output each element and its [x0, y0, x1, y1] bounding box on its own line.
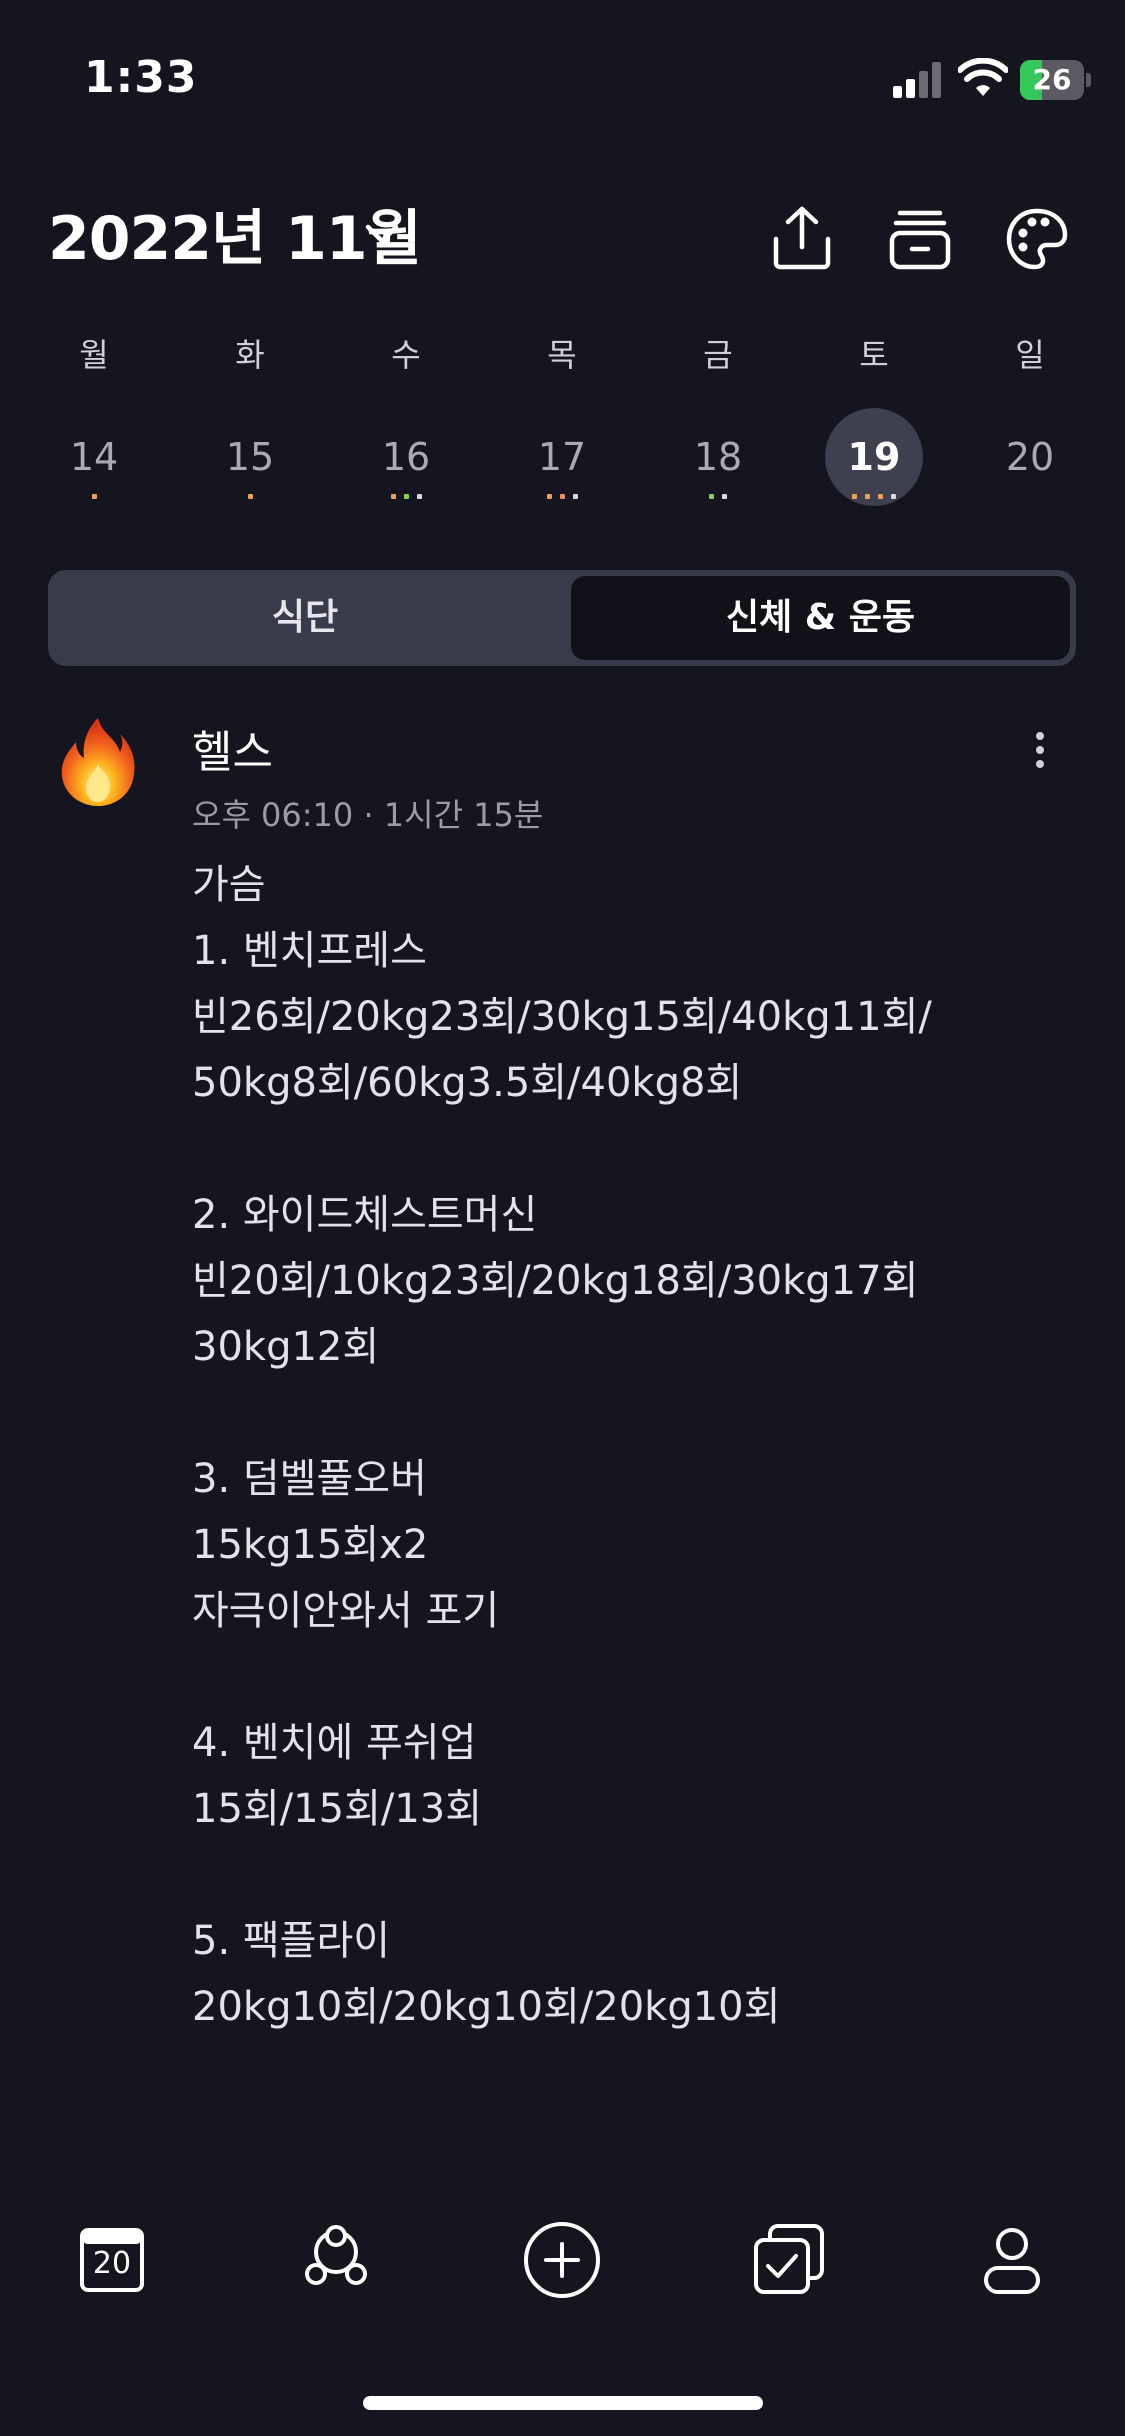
entry-dot [91, 494, 97, 499]
weekday-label: 금 [703, 336, 733, 374]
battery-icon: 26 [1020, 60, 1092, 100]
weekday-label: 일 [1015, 336, 1045, 374]
more-options-icon[interactable] [1030, 728, 1050, 772]
weekday-label: 토 [859, 336, 889, 374]
share-icon[interactable] [770, 203, 834, 273]
fire-icon [61, 718, 135, 806]
day-17[interactable]: 17 [513, 408, 611, 506]
day-14[interactable]: 14 [45, 408, 143, 506]
entry-dot [403, 494, 409, 499]
add-icon[interactable] [522, 2220, 602, 2300]
tab-calendar[interactable]: 20 [72, 2220, 152, 2300]
weekday-label: 목 [547, 336, 577, 374]
entry-notes: 가슴 1. 벤치프레스 빈26회/20kg23회/30kg15회/40kg11회… [192, 862, 932, 2030]
day-19-selected[interactable]: 19 [825, 408, 923, 506]
day-indicator-dots [356, 494, 456, 499]
entry-dot [865, 494, 870, 499]
entry-meta: 오후 06:10 · 1시간 15분 [192, 796, 544, 834]
chevron-down-icon[interactable] [360, 212, 404, 256]
entry-dot [416, 494, 422, 499]
day-18[interactable]: 18 [669, 408, 767, 506]
calendar-day-number: 20 [92, 2246, 132, 2281]
cellular-signal-icon [893, 62, 941, 98]
home-indicator[interactable] [363, 2396, 763, 2410]
archive-icon[interactable] [888, 203, 952, 273]
day-indicator-dots [824, 494, 924, 499]
entry-dot [722, 494, 727, 499]
entry-dot [546, 494, 552, 499]
tab-diet[interactable]: 식단 [48, 570, 562, 666]
entry-dot [852, 494, 857, 499]
weekday-label: 수 [391, 336, 421, 374]
entry-dot [572, 494, 578, 499]
day-20[interactable]: 20 [981, 408, 1079, 506]
profile-icon[interactable] [972, 2220, 1052, 2300]
weekday-label: 월 [79, 336, 109, 374]
battery-level: 26 [1032, 63, 1072, 96]
entry-dot [709, 494, 714, 499]
entry-dot [891, 494, 896, 499]
day-15[interactable]: 15 [201, 408, 299, 506]
day-16[interactable]: 16 [357, 408, 455, 506]
weekday-label: 화 [235, 336, 265, 374]
day-indicator-dots [44, 494, 144, 499]
entry-title[interactable]: 헬스 [192, 716, 273, 780]
day-indicator-dots [668, 494, 768, 499]
day-indicator-dots [200, 494, 300, 499]
wifi-icon [958, 58, 1008, 96]
tab-body-exercise[interactable]: 신체 & 운동 [571, 576, 1070, 660]
status-time: 1:33 [84, 52, 198, 103]
entry-dot [878, 494, 883, 499]
palette-icon[interactable] [1005, 203, 1069, 273]
checklist-icon[interactable] [748, 2220, 828, 2300]
entry-dot [559, 494, 565, 499]
community-icon[interactable] [296, 2220, 376, 2300]
entry-dot [247, 494, 253, 499]
day-indicator-dots [512, 494, 612, 499]
entry-dot [390, 494, 396, 499]
